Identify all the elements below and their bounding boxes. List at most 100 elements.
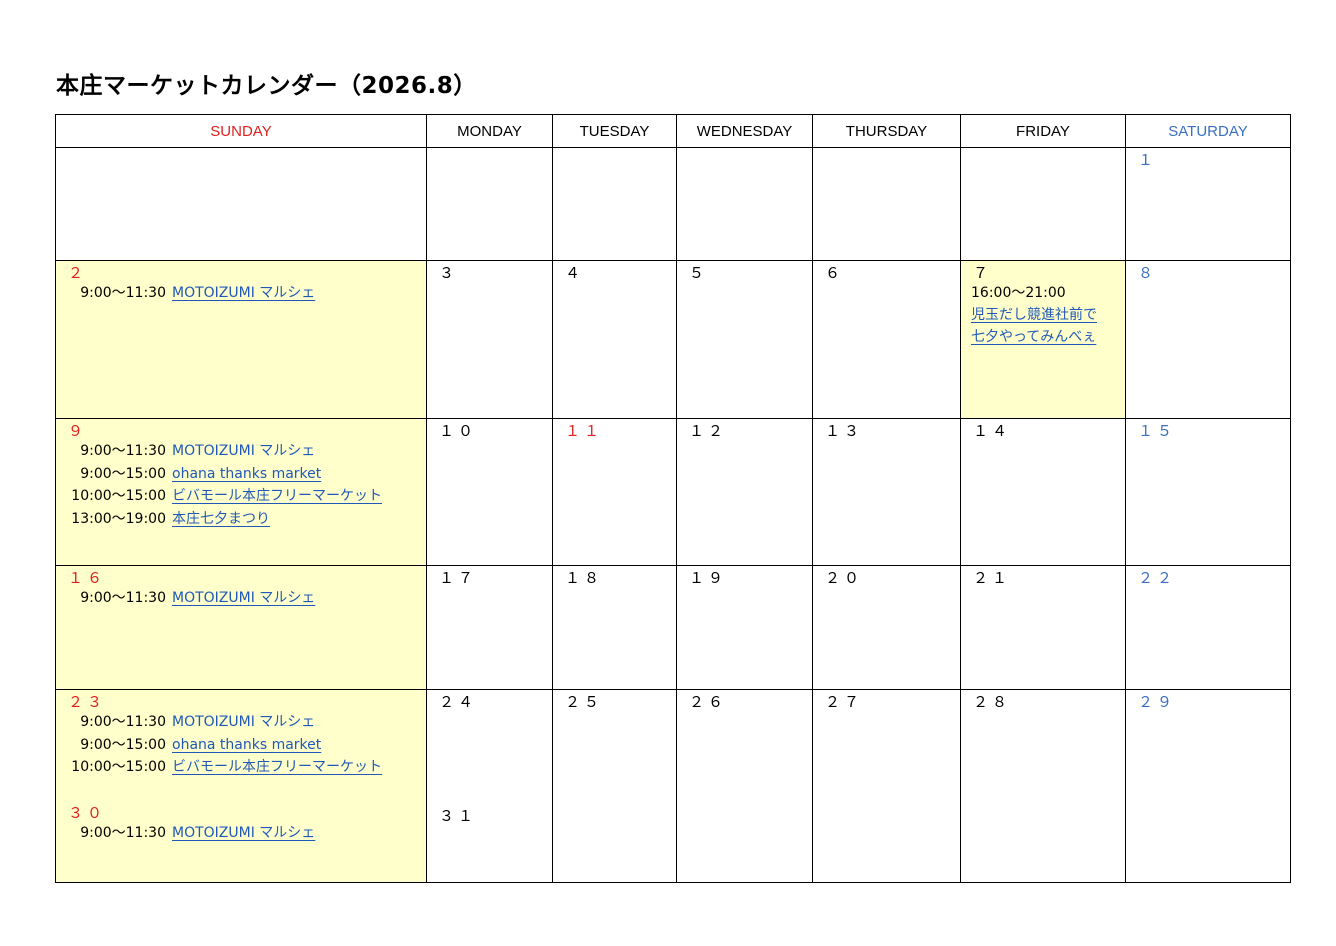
- event-link[interactable]: ビバモール本庄フリーマーケット: [172, 759, 382, 775]
- event-entry: 10:00～15:00 ビバモール本庄フリーマーケット: [56, 756, 426, 779]
- day-cell: １３: [812, 418, 961, 566]
- event-link[interactable]: 本庄七夕まつり: [172, 511, 270, 527]
- day-number: ７: [973, 264, 993, 282]
- day-number: １７: [439, 569, 478, 587]
- day-cell-empty: [552, 147, 677, 261]
- day-number: ２３: [68, 693, 107, 711]
- day-cell: １５: [1125, 418, 1291, 566]
- day-cell: ２２: [1125, 565, 1291, 690]
- day-cell-sunday: ９ 9:00～11:30 MOTOIZUMI マルシェ 9:00～15:00 oha…: [55, 418, 427, 566]
- event-time: 13:00～19:00: [71, 510, 166, 527]
- event-link[interactable]: MOTOIZUMI マルシェ: [172, 825, 315, 841]
- event-link[interactable]: ビバモール本庄フリーマーケット: [172, 488, 382, 504]
- header-friday: FRIDAY: [960, 114, 1126, 148]
- day-number: １６: [68, 569, 107, 587]
- day-number: ２: [68, 264, 88, 282]
- day-cell-empty: [812, 147, 961, 261]
- day-number: ６: [825, 264, 845, 282]
- event-link[interactable]: MOTOIZUMI マルシェ: [172, 590, 315, 606]
- day-cell: ５: [676, 260, 813, 419]
- day-cell: ２８: [960, 689, 1126, 883]
- event-time: 9:00～15:00: [80, 736, 166, 753]
- day-number: ４: [565, 264, 585, 282]
- event-link[interactable]: 児玉だし競進社前で: [971, 304, 1125, 326]
- day-cell: １１: [552, 418, 677, 566]
- day-cell: １０: [426, 418, 553, 566]
- header-saturday: SATURDAY: [1125, 114, 1291, 148]
- event-entry: 9:00～11:30 MOTOIZUMI マルシェ: [56, 282, 426, 305]
- event-entry: 9:00～15:00 ohana thanks market: [56, 734, 426, 757]
- day-number: ２２: [1138, 569, 1177, 587]
- page-title: 本庄マーケットカレンダー（2026.8）: [56, 73, 477, 99]
- day-number: ２９: [1138, 693, 1177, 711]
- event-entry: 9:00～11:30 MOTOIZUMI マルシェ: [56, 711, 426, 734]
- day-cell-friday: ７ 16:00～21:00 児玉だし競進社前で 七夕やってみんべぇ: [960, 260, 1126, 419]
- event-time: 16:00～21:00: [971, 285, 1066, 301]
- day-number: １０: [439, 422, 478, 440]
- day-cell: ２９: [1125, 689, 1291, 883]
- day-cell: １８: [552, 565, 677, 690]
- event-name: MOTOIZUMI マルシェ: [172, 443, 316, 459]
- day-number: ３１: [439, 807, 478, 825]
- day-cell: ３: [426, 260, 553, 419]
- day-cell: ６: [812, 260, 961, 419]
- event-link[interactable]: ohana thanks market: [172, 737, 321, 753]
- day-number: ３: [439, 264, 459, 282]
- day-cell: １２: [676, 418, 813, 566]
- day-number: １１: [565, 422, 604, 440]
- event-time: 9:00～15:00: [80, 465, 166, 482]
- day-cell-empty: [960, 147, 1126, 261]
- day-number: ２０: [825, 569, 864, 587]
- day-cell: ２０: [812, 565, 961, 690]
- day-cell: １９: [676, 565, 813, 690]
- day-number: １２: [689, 422, 728, 440]
- day-number: １３: [825, 422, 864, 440]
- day-number: １５: [1138, 422, 1177, 440]
- event-entry: 13:00～19:00 本庄七夕まつり: [56, 508, 426, 531]
- event-time: 10:00～15:00: [71, 488, 166, 504]
- day-cell-sunday: ２ 9:00～11:30 MOTOIZUMI マルシェ: [55, 260, 427, 419]
- calendar-table: SUNDAY MONDAY TUESDAY WEDNESDAY THURSDAY…: [55, 114, 1291, 883]
- day-cell-sunday: ２３ 9:00～11:30 MOTOIZUMI マルシェ 9:00～15:00 oh…: [55, 689, 427, 883]
- day-cell: ２４ ３１: [426, 689, 553, 883]
- event-time: 10:00～15:00: [71, 759, 166, 775]
- event-entry: 9:00～11:30 MOTOIZUMI マルシェ: [56, 822, 426, 845]
- day-number: ２６: [689, 693, 728, 711]
- event-link[interactable]: 七夕やってみんべぇ: [971, 326, 1125, 348]
- day-number: ２８: [973, 693, 1012, 711]
- day-number: １９: [689, 569, 728, 587]
- day-number: ５: [689, 264, 709, 282]
- week-row-1: １: [55, 147, 1291, 261]
- event-time: 9:00～11:30: [80, 824, 166, 841]
- event-link[interactable]: MOTOIZUMI マルシェ: [172, 285, 315, 301]
- day-cell: １７: [426, 565, 553, 690]
- day-cell-empty: [426, 147, 553, 261]
- day-cell: １４: [960, 418, 1126, 566]
- event-link[interactable]: ohana thanks market: [172, 466, 321, 482]
- event-time: 9:00～11:30: [80, 443, 166, 459]
- event-name: MOTOIZUMI マルシェ: [172, 714, 316, 730]
- week-row-3: ９ 9:00～11:30 MOTOIZUMI マルシェ 9:00～15:00 oha…: [55, 418, 1291, 566]
- event-time: 9:00～11:30: [80, 285, 166, 301]
- header-sunday: SUNDAY: [55, 114, 427, 148]
- day-cell: ４: [552, 260, 677, 419]
- day-number: １４: [973, 422, 1012, 440]
- header-thursday: THURSDAY: [812, 114, 961, 148]
- day-cell: ８: [1125, 260, 1291, 419]
- event-entry: 9:00～11:30 MOTOIZUMI マルシェ: [56, 440, 426, 463]
- day-number: ８: [1138, 264, 1158, 282]
- week-row-5: ２３ 9:00～11:30 MOTOIZUMI マルシェ 9:00～15:00 oh…: [55, 689, 1291, 883]
- weekday-header-row: SUNDAY MONDAY TUESDAY WEDNESDAY THURSDAY…: [55, 114, 1291, 148]
- week-row-2: ２ 9:00～11:30 MOTOIZUMI マルシェ ３ ４ ５ ６ ７ 16:…: [55, 260, 1291, 419]
- event-time: 9:00～11:30: [80, 590, 166, 606]
- header-wednesday: WEDNESDAY: [676, 114, 813, 148]
- day-cell: ２５: [552, 689, 677, 883]
- day-number: ２５: [565, 693, 604, 711]
- day-cell: １: [1125, 147, 1291, 261]
- day-cell: ２７: [812, 689, 961, 883]
- week-row-4: １６ 9:00～11:30 MOTOIZUMI マルシェ １７ １８ １９ ２０ …: [55, 565, 1291, 690]
- day-number: ９: [68, 422, 88, 440]
- event-time: 9:00～11:30: [80, 714, 166, 730]
- day-cell-empty: [676, 147, 813, 261]
